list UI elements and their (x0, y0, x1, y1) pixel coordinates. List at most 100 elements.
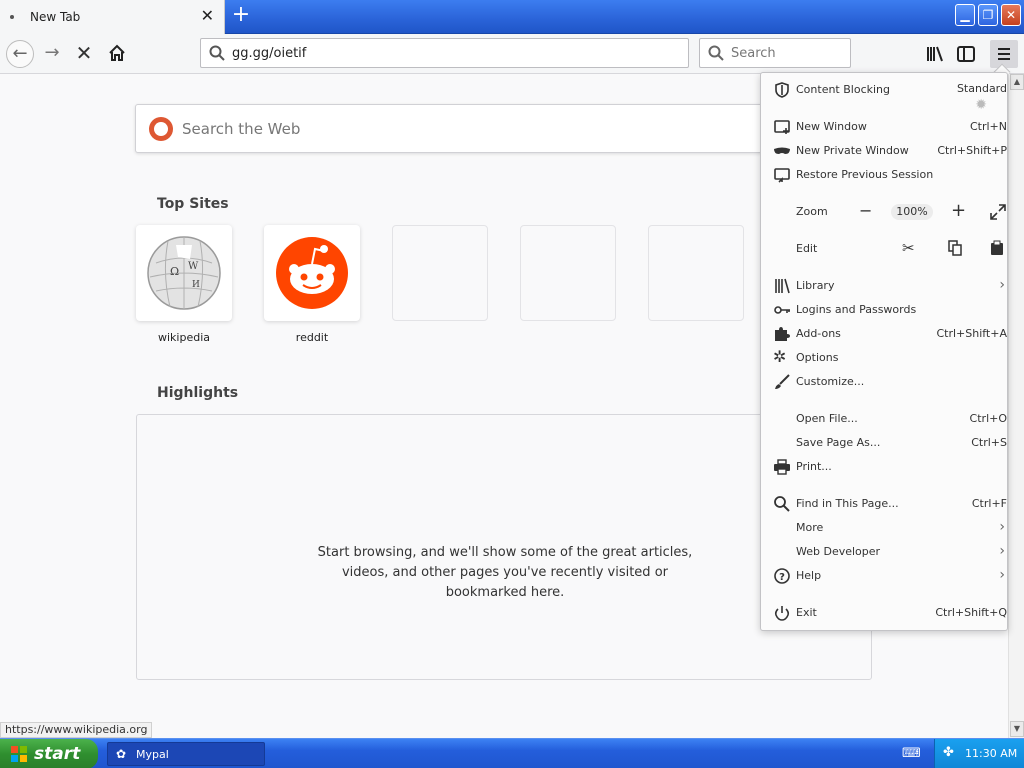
top-sites-title: Top Sites (157, 196, 229, 212)
clock: 11:30 AM (965, 747, 1018, 760)
menu-help[interactable]: ? Help › (761, 565, 1009, 587)
scroll-down-arrow[interactable]: ▼ (1010, 721, 1024, 737)
menu-restore-session[interactable]: Restore Previous Session (761, 164, 1009, 186)
highlights-title: Highlights (157, 385, 239, 401)
zoom-reset-button[interactable]: 100% (891, 204, 933, 220)
menu-zoom: Zoom − 100% + (761, 200, 1009, 223)
status-url: https://www.wikipedia.org (0, 722, 153, 738)
sidebar-button[interactable] (952, 40, 980, 68)
wikipedia-icon: Ω W И (147, 236, 221, 310)
minimize-button[interactable]: ▁ (955, 4, 975, 26)
paste-icon[interactable] (990, 240, 1004, 256)
chevron-right-icon: › (999, 567, 1005, 583)
library-icon (775, 278, 790, 294)
library-icon (927, 46, 943, 62)
svg-text:Ω: Ω (170, 265, 179, 278)
reddit-icon (276, 237, 348, 309)
paintbrush-icon (775, 374, 790, 389)
top-site-tile-reddit[interactable] (264, 225, 360, 321)
puzzle-icon (775, 327, 790, 341)
menu-content-blocking[interactable]: Content Blocking Standard ✹ (761, 79, 1009, 113)
new-window-icon (774, 120, 790, 134)
restore-session-icon (774, 168, 790, 183)
search-icon (774, 496, 790, 512)
menu-library[interactable]: Library › (761, 275, 1009, 297)
search-icon (209, 45, 225, 61)
content-blocking-level: Standard (956, 82, 1007, 95)
home-icon (109, 44, 125, 61)
menu-new-window[interactable]: New Window Ctrl+N (761, 116, 1009, 138)
svg-text:W: W (188, 261, 199, 272)
top-site-label: reddit (295, 331, 329, 344)
forward-button[interactable]: → (38, 40, 66, 68)
key-icon (774, 306, 790, 314)
tab-title: New Tab (30, 10, 81, 24)
menu-addons[interactable]: Add-ons Ctrl+Shift+A (761, 323, 1009, 345)
menu-save-page[interactable]: Save Page As... Ctrl+S (761, 432, 1009, 454)
tray-app-icon[interactable]: ✤ (943, 745, 954, 760)
menu-open-file[interactable]: Open File... Ctrl+O (761, 408, 1009, 430)
start-button[interactable]: start (0, 739, 98, 768)
menu-new-private-window[interactable]: New Private Window Ctrl+Shift+P (761, 140, 1009, 162)
sidebar-icon (957, 46, 975, 62)
svg-text:И: И (192, 280, 200, 290)
mypal-icon: ✿ (116, 747, 127, 761)
tab-loading-indicator (10, 15, 14, 19)
menu-more[interactable]: More › (761, 517, 1009, 539)
menu-customize[interactable]: Customize... (761, 371, 1009, 393)
search-placeholder: Search (731, 46, 776, 61)
menu-edit: Edit ✂ (761, 238, 1009, 260)
taskbar-item-mypal[interactable]: ✿ Mypal (107, 742, 265, 766)
top-site-label: wikipedia (157, 331, 210, 344)
power-icon (774, 606, 790, 621)
top-site-tile-empty[interactable] (520, 225, 616, 321)
help-icon: ? (774, 568, 790, 584)
menu-web-developer[interactable]: Web Developer › (761, 541, 1009, 563)
navigation-bar: ← → ✕ gg.gg/oietif Search (0, 34, 1024, 74)
mask-icon (774, 147, 790, 154)
windows-logo-icon (11, 746, 27, 762)
restore-button[interactable]: ❐ (978, 4, 998, 26)
menu-find[interactable]: Find in This Page... Ctrl+F (761, 493, 1009, 515)
menu-logins[interactable]: Logins and Passwords (761, 299, 1009, 321)
new-tab-button[interactable]: + (231, 4, 251, 28)
fullscreen-icon[interactable] (990, 204, 1006, 220)
copy-icon[interactable] (947, 240, 963, 256)
printer-icon (774, 459, 790, 475)
cut-icon[interactable]: ✂ (902, 239, 915, 257)
url-text: gg.gg/oietif (232, 46, 307, 61)
tab-new-tab[interactable]: New Tab ✕ (0, 0, 225, 34)
search-icon (708, 45, 724, 61)
top-site-tile-empty[interactable] (392, 225, 488, 321)
keyboard-icon[interactable]: ⌨ (902, 746, 921, 761)
zoom-out-button[interactable]: − (859, 201, 872, 220)
top-site-tile-empty[interactable] (648, 225, 744, 321)
highlights-message: Start browsing, and we'll show some of t… (317, 545, 693, 600)
menu-button[interactable] (990, 40, 1018, 68)
library-button[interactable] (921, 40, 949, 68)
top-site-tile-wikipedia[interactable]: Ω W И (136, 225, 232, 321)
menu-options[interactable]: ✲ Options (761, 347, 1009, 369)
search-bar[interactable]: Search (699, 38, 851, 68)
stop-button[interactable]: ✕ (70, 40, 98, 68)
zoom-in-button[interactable]: + (951, 200, 966, 221)
tab-close-icon[interactable]: ✕ (201, 8, 214, 24)
window-close-button[interactable]: ✕ (1001, 4, 1021, 26)
vertical-scrollbar[interactable]: ▲ ▼ (1008, 74, 1024, 738)
system-tray: ✤ 11:30 AM (934, 739, 1024, 768)
url-bar[interactable]: gg.gg/oietif (200, 38, 689, 68)
duckduckgo-icon (149, 117, 173, 141)
gear-icon: ✹ (975, 97, 987, 113)
chevron-right-icon: › (999, 543, 1005, 559)
gear-icon: ✲ (773, 347, 787, 366)
menu-exit[interactable]: Exit Ctrl+Shift+Q (761, 602, 1009, 624)
web-search-placeholder: Search the Web (182, 120, 301, 138)
back-button[interactable]: ← (6, 40, 34, 68)
home-button[interactable] (103, 40, 131, 68)
taskbar: start ✿ Mypal ⌨ ✤ 11:30 AM (0, 738, 1024, 768)
title-bar: New Tab ✕ + ▁ ❐ ✕ (0, 0, 1024, 34)
shield-icon (775, 82, 789, 98)
menu-print[interactable]: Print... (761, 456, 1009, 478)
scroll-up-arrow[interactable]: ▲ (1010, 74, 1024, 90)
svg-text:?: ? (779, 572, 785, 583)
